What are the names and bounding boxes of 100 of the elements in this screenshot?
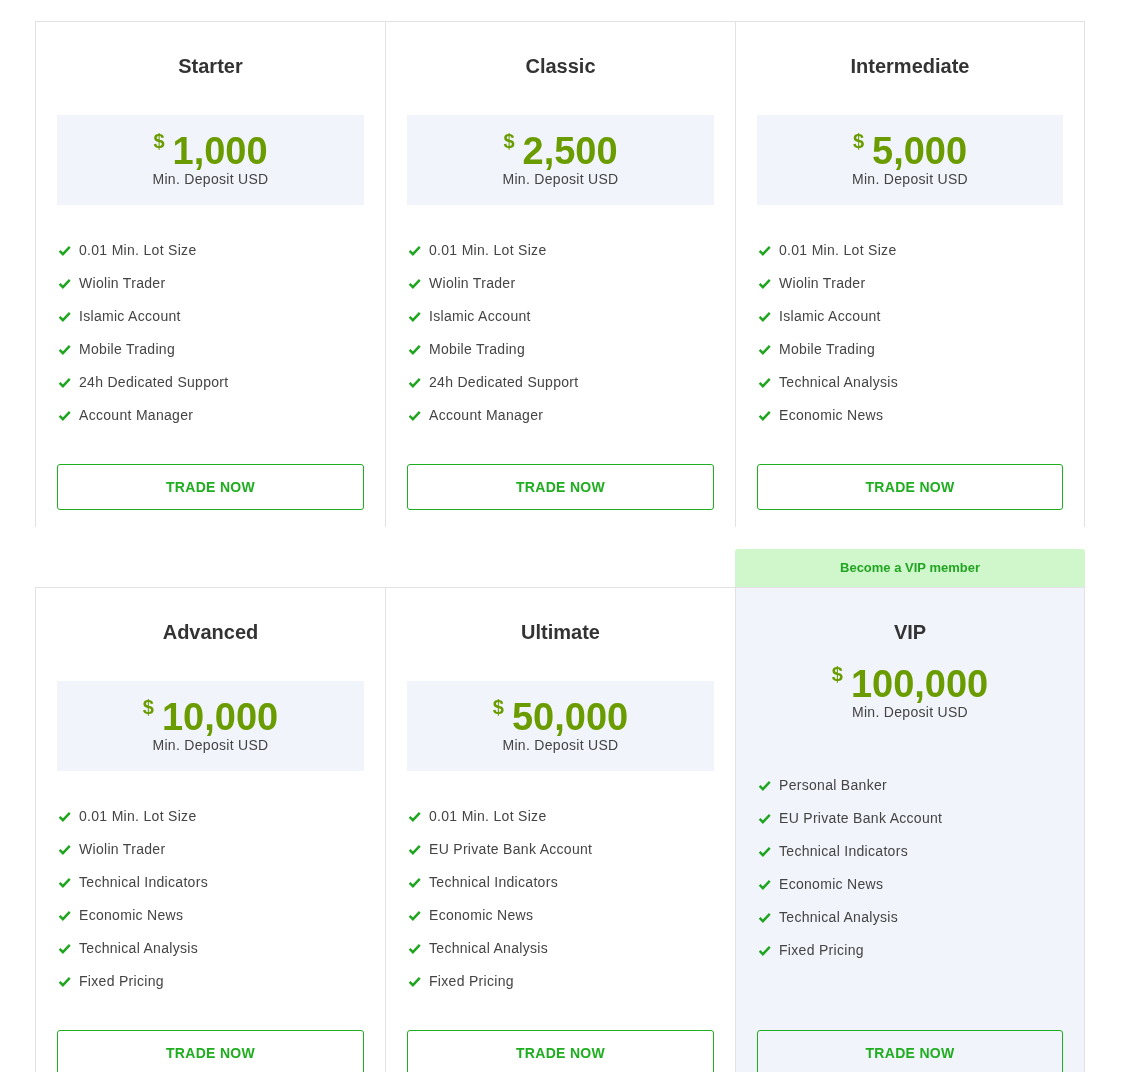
currency-symbol: $ bbox=[852, 131, 864, 151]
trade-now-button[interactable]: TRADE NOW bbox=[757, 1030, 1063, 1072]
deposit-label: Min. Deposit USD bbox=[851, 170, 969, 189]
currency-symbol: $ bbox=[503, 131, 515, 151]
check-icon bbox=[407, 310, 422, 323]
check-icon bbox=[57, 876, 72, 889]
feature-text: Technical Indicators bbox=[79, 873, 208, 892]
feature-text: Mobile Trading bbox=[779, 340, 876, 359]
feature-text: Economic News bbox=[779, 875, 884, 894]
check-icon bbox=[407, 277, 422, 290]
check-icon bbox=[407, 909, 422, 922]
check-icon bbox=[757, 812, 772, 825]
feature-text: Wiolin Trader bbox=[79, 274, 166, 293]
feature-text: 0.01 Min. Lot Size bbox=[429, 807, 547, 826]
feature-text: Economic News bbox=[429, 906, 534, 925]
feature-text: Economic News bbox=[79, 906, 184, 925]
check-icon bbox=[757, 409, 772, 422]
feature-text: Islamic Account bbox=[79, 307, 181, 326]
feature-text: EU Private Bank Account bbox=[779, 809, 943, 828]
currency-symbol: $ bbox=[831, 664, 843, 684]
check-icon bbox=[407, 244, 422, 257]
deposit-label: Min. Deposit USD bbox=[502, 736, 619, 755]
trade-now-button[interactable]: TRADE NOW bbox=[407, 464, 714, 510]
feature-text: 0.01 Min. Lot Size bbox=[779, 241, 897, 260]
check-icon bbox=[407, 409, 422, 422]
price-amount: 5,000 bbox=[872, 133, 968, 169]
check-icon bbox=[407, 810, 422, 823]
price-amount: 10,000 bbox=[161, 699, 279, 735]
check-icon bbox=[407, 376, 422, 389]
plan-title: Classic bbox=[524, 54, 597, 79]
plan-title: Intermediate bbox=[849, 54, 971, 79]
check-icon bbox=[57, 376, 72, 389]
plan-title: Advanced bbox=[161, 620, 260, 645]
feature-text: Islamic Account bbox=[429, 307, 531, 326]
check-icon bbox=[757, 244, 772, 257]
feature-text: Economic News bbox=[779, 406, 884, 425]
check-icon bbox=[57, 310, 72, 323]
feature-text: 0.01 Min. Lot Size bbox=[79, 807, 197, 826]
feature-text: Mobile Trading bbox=[429, 340, 526, 359]
feature-text: 24h Dedicated Support bbox=[79, 373, 229, 392]
deposit-label: Min. Deposit USD bbox=[152, 736, 269, 755]
check-icon bbox=[57, 810, 72, 823]
check-icon bbox=[57, 244, 72, 257]
check-icon bbox=[757, 944, 772, 957]
check-icon bbox=[407, 843, 422, 856]
feature-text: 0.01 Min. Lot Size bbox=[79, 241, 197, 260]
check-icon bbox=[757, 911, 772, 924]
check-icon bbox=[57, 909, 72, 922]
feature-text: Technical Indicators bbox=[779, 842, 908, 861]
price-amount: 1,000 bbox=[172, 133, 268, 169]
check-icon bbox=[407, 975, 422, 988]
check-icon bbox=[57, 277, 72, 290]
feature-text: Fixed Pricing bbox=[429, 972, 514, 991]
check-icon bbox=[407, 942, 422, 955]
trade-now-button[interactable]: TRADE NOW bbox=[57, 464, 364, 510]
deposit-label: Min. Deposit USD bbox=[152, 170, 269, 189]
feature-text: Technical Analysis bbox=[779, 373, 898, 392]
feature-text: Islamic Account bbox=[779, 307, 881, 326]
price-amount: 50,000 bbox=[511, 699, 629, 735]
price-amount: 2,500 bbox=[522, 133, 618, 169]
check-icon bbox=[757, 878, 772, 891]
check-icon bbox=[757, 310, 772, 323]
check-icon bbox=[407, 876, 422, 889]
feature-text: Account Manager bbox=[429, 406, 544, 425]
trade-now-button[interactable]: TRADE NOW bbox=[57, 1030, 364, 1072]
check-icon bbox=[57, 343, 72, 356]
deposit-label: Min. Deposit USD bbox=[502, 170, 619, 189]
deposit-label: Min. Deposit USD bbox=[851, 703, 969, 722]
check-icon bbox=[407, 343, 422, 356]
vip-banner: Become a VIP member bbox=[735, 549, 1085, 587]
feature-text: 24h Dedicated Support bbox=[429, 373, 579, 392]
feature-text: Personal Banker bbox=[779, 776, 887, 795]
feature-text: Wiolin Trader bbox=[429, 274, 516, 293]
feature-text: Fixed Pricing bbox=[79, 972, 164, 991]
price-amount: 100,000 bbox=[850, 666, 989, 702]
check-icon bbox=[757, 845, 772, 858]
trade-now-button[interactable]: TRADE NOW bbox=[407, 1030, 714, 1072]
feature-text: Technical Analysis bbox=[779, 908, 898, 927]
check-icon bbox=[757, 277, 772, 290]
check-icon bbox=[757, 376, 772, 389]
check-icon bbox=[57, 942, 72, 955]
feature-text: Mobile Trading bbox=[79, 340, 176, 359]
feature-text: Wiolin Trader bbox=[779, 274, 866, 293]
feature-text: Technical Indicators bbox=[429, 873, 558, 892]
check-icon bbox=[757, 779, 772, 792]
check-icon bbox=[57, 409, 72, 422]
check-icon bbox=[757, 343, 772, 356]
currency-symbol: $ bbox=[153, 131, 165, 151]
check-icon bbox=[57, 975, 72, 988]
feature-text: EU Private Bank Account bbox=[429, 840, 593, 859]
feature-text: Account Manager bbox=[79, 406, 194, 425]
feature-text: Technical Analysis bbox=[429, 939, 548, 958]
trade-now-button[interactable]: TRADE NOW bbox=[757, 464, 1063, 510]
feature-text: Wiolin Trader bbox=[79, 840, 166, 859]
plan-title: VIP bbox=[892, 620, 928, 645]
currency-symbol: $ bbox=[142, 697, 154, 717]
check-icon bbox=[57, 843, 72, 856]
feature-text: 0.01 Min. Lot Size bbox=[429, 241, 547, 260]
feature-text: Fixed Pricing bbox=[779, 941, 864, 960]
plan-title: Starter bbox=[177, 54, 244, 79]
